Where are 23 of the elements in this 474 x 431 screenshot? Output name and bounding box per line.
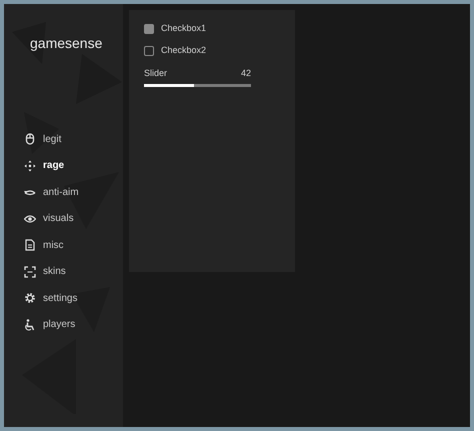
eye-icon: [24, 212, 36, 225]
crosshair-icon: [24, 160, 36, 172]
nav-item[interactable]: legit: [24, 126, 79, 152]
nav-item[interactable]: settings: [24, 285, 79, 312]
nav-item[interactable]: skins: [24, 258, 79, 285]
slider-track[interactable]: [144, 84, 251, 86]
slider-value: 42: [240, 67, 251, 80]
wheelchair-person-icon: [24, 318, 36, 331]
app-title: gamesense: [30, 34, 102, 53]
nav-item[interactable]: players: [24, 312, 79, 338]
settings-icon: [24, 292, 36, 304]
document-icon: [24, 239, 36, 252]
scan-frame-icon: [24, 266, 36, 278]
nav-item[interactable]: anti-aim: [24, 179, 79, 206]
mouse-icon: [24, 133, 36, 146]
checkbox-label: Checkbox1: [161, 22, 206, 36]
checkbox[interactable]: [144, 46, 154, 56]
nav-item[interactable]: visuals: [24, 206, 79, 232]
nav-item[interactable]: rage: [24, 152, 79, 179]
nav-item[interactable]: misc: [24, 232, 79, 258]
slider-label: Slider: [144, 67, 168, 80]
checkbox-label: Checkbox2: [161, 44, 206, 58]
checkbox[interactable]: [144, 24, 154, 34]
